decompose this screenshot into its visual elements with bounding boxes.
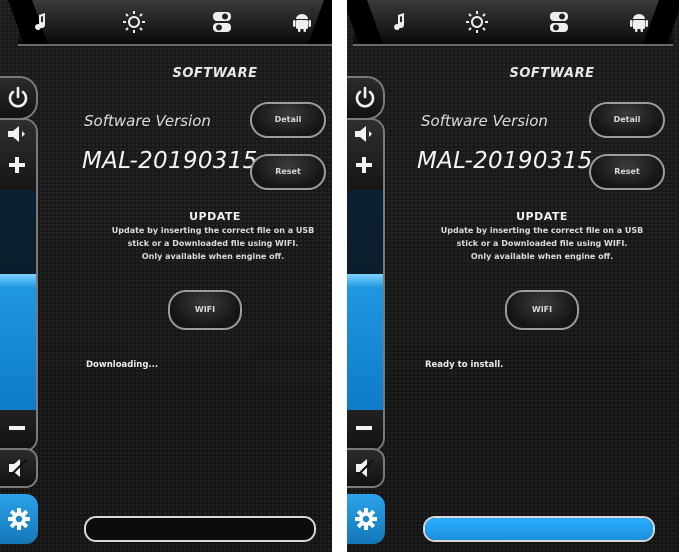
software-version-label: Software Version xyxy=(84,112,211,130)
mute-icon xyxy=(353,456,377,480)
volume-level-fill xyxy=(347,273,383,410)
left-control-rail xyxy=(347,62,401,552)
power-button[interactable] xyxy=(347,76,385,120)
music-note-icon[interactable] xyxy=(30,10,54,34)
speaker-icon xyxy=(353,124,375,144)
top-tab-bar xyxy=(18,0,332,46)
volume-down-icon[interactable] xyxy=(355,424,373,432)
top-tab-bar xyxy=(353,0,673,46)
android-icon[interactable] xyxy=(627,10,651,34)
mute-icon xyxy=(6,456,30,480)
page-title: SOFTWARE xyxy=(172,66,258,81)
screen-downloading: SOFTWARE Software Version MAL-20190315 D… xyxy=(0,0,332,552)
volume-track[interactable] xyxy=(0,190,36,410)
reset-button[interactable]: Reset xyxy=(589,154,665,190)
power-button[interactable] xyxy=(0,76,38,120)
settings-button[interactable] xyxy=(347,494,385,544)
volume-level-fill xyxy=(0,273,36,410)
gear-icon xyxy=(7,507,31,531)
volume-slider[interactable] xyxy=(0,118,38,452)
android-icon[interactable] xyxy=(290,10,314,34)
toggle-switch-icon[interactable] xyxy=(210,10,234,34)
software-version-value: MAL-20190315 xyxy=(417,148,593,174)
detail-button[interactable]: Detail xyxy=(589,102,665,138)
gear-icon xyxy=(354,507,378,531)
speaker-icon xyxy=(6,124,28,144)
power-icon xyxy=(6,86,30,110)
update-description: Update by inserting the correct file on … xyxy=(440,226,644,261)
power-icon xyxy=(353,86,377,110)
page-title: SOFTWARE xyxy=(509,66,595,81)
detail-button[interactable]: Detail xyxy=(250,102,326,138)
progress-fill xyxy=(425,518,653,540)
screen-ready-to-install: SOFTWARE Software Version MAL-20190315 D… xyxy=(347,0,679,552)
toggle-switch-icon[interactable] xyxy=(547,10,571,34)
wifi-button[interactable]: WIFI xyxy=(168,290,242,330)
software-version-value: MAL-20190315 xyxy=(82,148,258,174)
wifi-button[interactable]: WIFI xyxy=(505,290,579,330)
volume-slider[interactable] xyxy=(347,118,385,452)
update-description: Update by inserting the correct file on … xyxy=(111,226,315,261)
update-heading: UPDATE xyxy=(516,210,568,223)
volume-up-icon[interactable] xyxy=(355,156,373,174)
screen-divider xyxy=(332,0,347,552)
sun-icon[interactable] xyxy=(122,10,146,34)
settings-button[interactable] xyxy=(0,494,38,544)
status-text: Downloading... xyxy=(86,360,159,370)
install-progress-bar[interactable] xyxy=(84,516,316,542)
status-text: Ready to install. xyxy=(425,360,504,370)
mute-button[interactable] xyxy=(347,448,385,488)
sun-icon[interactable] xyxy=(465,10,489,34)
volume-up-icon[interactable] xyxy=(8,156,26,174)
volume-down-icon[interactable] xyxy=(8,424,26,432)
software-version-label: Software Version xyxy=(421,112,548,130)
music-note-icon[interactable] xyxy=(389,10,413,34)
volume-track[interactable] xyxy=(347,190,383,410)
left-control-rail xyxy=(0,62,54,552)
install-progress-bar[interactable] xyxy=(423,516,655,542)
mute-button[interactable] xyxy=(0,448,38,488)
reset-button[interactable]: Reset xyxy=(250,154,326,190)
update-heading: UPDATE xyxy=(189,210,241,223)
